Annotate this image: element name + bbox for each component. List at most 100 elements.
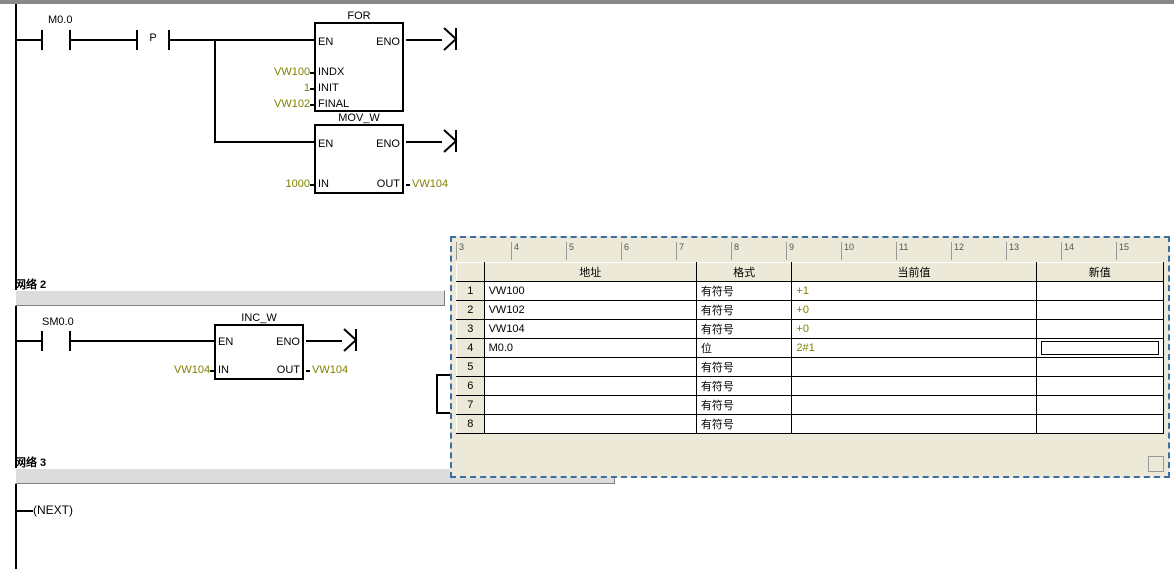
cell-fmt[interactable]: 有符号 xyxy=(696,415,792,434)
table-row[interactable]: 4M0.0位2#1 xyxy=(457,339,1164,358)
row-num[interactable]: 6 xyxy=(457,377,485,396)
cell-fmt[interactable]: 位 xyxy=(696,339,792,358)
cell-newval[interactable] xyxy=(1036,377,1163,396)
cell-addr[interactable]: VW100 xyxy=(484,282,696,301)
not-connected-arrow xyxy=(442,128,466,154)
cell-newval[interactable] xyxy=(1036,301,1163,320)
pin-stub xyxy=(210,370,214,372)
contact-sm00[interactable] xyxy=(41,331,71,351)
cell-newval[interactable] xyxy=(1036,415,1163,434)
wire xyxy=(406,141,442,143)
cell-newval[interactable] xyxy=(1036,339,1163,358)
cell-newval[interactable] xyxy=(1036,282,1163,301)
block-movw[interactable]: MOV_W EN ENO IN OUT xyxy=(314,124,404,194)
col-corner[interactable] xyxy=(457,263,485,282)
wire xyxy=(17,39,41,41)
pin-stub xyxy=(310,88,314,90)
col-addr[interactable]: 地址 xyxy=(484,263,696,282)
cell-val xyxy=(792,358,1036,377)
pin-out: OUT xyxy=(377,178,400,190)
wire xyxy=(436,412,450,414)
table-row[interactable]: 2VW102有符号+0 xyxy=(457,301,1164,320)
cell-addr[interactable]: VW104 xyxy=(484,320,696,339)
cell-addr[interactable]: M0.0 xyxy=(484,339,696,358)
cell-newval[interactable] xyxy=(1036,358,1163,377)
not-connected-arrow xyxy=(442,26,466,52)
coil-label: NEXT xyxy=(37,503,69,517)
cell-addr[interactable]: VW102 xyxy=(484,301,696,320)
cell-addr[interactable] xyxy=(484,377,696,396)
block-incw[interactable]: INC_W EN ENO IN OUT xyxy=(214,324,304,380)
contact-label: SM0.0 xyxy=(42,316,74,328)
for-indx-in: VW100 xyxy=(274,66,310,78)
wire xyxy=(436,374,450,376)
for-final-in: VW102 xyxy=(274,98,310,110)
pin-stub xyxy=(310,72,314,74)
ruler: 3456789101112131415 xyxy=(456,242,1164,260)
cell-addr[interactable] xyxy=(484,396,696,415)
table-row[interactable]: 3VW104有符号+0 xyxy=(457,320,1164,339)
row-num[interactable]: 4 xyxy=(457,339,485,358)
pin-eno: ENO xyxy=(276,336,300,348)
wire-vertical xyxy=(436,374,438,414)
cell-val xyxy=(792,377,1036,396)
wire xyxy=(306,340,342,342)
incw-out-val: VW104 xyxy=(312,364,348,376)
cell-fmt[interactable]: 有符号 xyxy=(696,396,792,415)
cell-fmt[interactable]: 有符号 xyxy=(696,320,792,339)
wire xyxy=(17,340,41,342)
wire xyxy=(170,39,314,41)
cell-newval[interactable] xyxy=(1036,320,1163,339)
cell-newval[interactable] xyxy=(1036,396,1163,415)
pin-init: INIT xyxy=(318,82,339,94)
not-connected-arrow xyxy=(342,327,366,353)
cell-fmt[interactable]: 有符号 xyxy=(696,358,792,377)
watch-table[interactable]: 地址 格式 当前值 新值 1VW100有符号+12VW102有符号+03VW10… xyxy=(456,262,1164,434)
row-num[interactable]: 1 xyxy=(457,282,485,301)
pin-stub xyxy=(310,104,314,106)
cell-fmt[interactable]: 有符号 xyxy=(696,282,792,301)
table-row[interactable]: 1VW100有符号+1 xyxy=(457,282,1164,301)
block-title: MOV_W xyxy=(316,112,402,124)
table-row[interactable]: 8 有符号 xyxy=(457,415,1164,434)
col-newval[interactable]: 新值 xyxy=(1036,263,1163,282)
cell-fmt[interactable]: 有符号 xyxy=(696,301,792,320)
cell-val: 2#1 xyxy=(792,339,1036,358)
table-row[interactable]: 7 有符号 xyxy=(457,396,1164,415)
table-row[interactable]: 6 有符号 xyxy=(457,377,1164,396)
contact-m00[interactable] xyxy=(41,30,71,50)
col-fmt[interactable]: 格式 xyxy=(696,263,792,282)
scroll-corner xyxy=(1148,456,1164,472)
cell-fmt[interactable]: 有符号 xyxy=(696,377,792,396)
block-title: FOR xyxy=(316,10,402,22)
for-init-in: 1 xyxy=(300,82,310,94)
pin-stub xyxy=(306,370,310,372)
coil-next[interactable]: (NEXT) xyxy=(33,503,73,517)
col-val[interactable]: 当前值 xyxy=(792,263,1036,282)
cell-val: +0 xyxy=(792,320,1036,339)
cell-val xyxy=(792,415,1036,434)
edge-label: P xyxy=(149,32,156,44)
wire xyxy=(17,510,33,512)
cell-addr[interactable] xyxy=(484,358,696,377)
row-num[interactable]: 8 xyxy=(457,415,485,434)
row-num[interactable]: 5 xyxy=(457,358,485,377)
contact-label: M0.0 xyxy=(48,14,72,26)
newval-edit[interactable] xyxy=(1041,341,1159,355)
table-row[interactable]: 5 有符号 xyxy=(457,358,1164,377)
wire xyxy=(214,141,314,143)
cell-val: +1 xyxy=(792,282,1036,301)
pin-eno: ENO xyxy=(376,138,400,150)
network2-bar[interactable] xyxy=(15,290,445,306)
pin-out: OUT xyxy=(277,364,300,376)
row-num[interactable]: 7 xyxy=(457,396,485,415)
block-for[interactable]: FOR EN ENO INDX INIT FINAL xyxy=(314,22,404,112)
row-num[interactable]: 2 xyxy=(457,301,485,320)
watch-panel[interactable]: 3456789101112131415 地址 格式 当前值 新值 1VW100有… xyxy=(450,236,1170,478)
movw-out-val: VW104 xyxy=(412,178,448,190)
pin-en: EN xyxy=(218,336,233,348)
wire xyxy=(71,39,136,41)
row-num[interactable]: 3 xyxy=(457,320,485,339)
cell-addr[interactable] xyxy=(484,415,696,434)
wire xyxy=(71,340,214,342)
